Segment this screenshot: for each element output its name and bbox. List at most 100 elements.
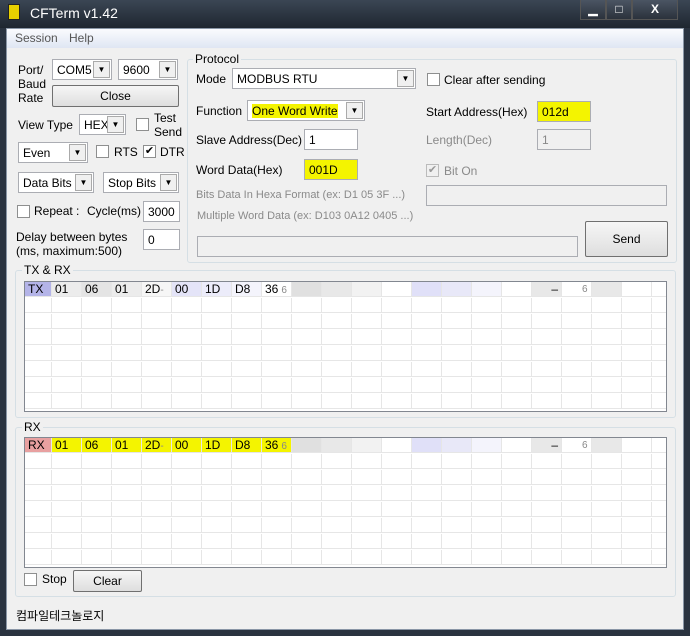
grid-cell: [352, 346, 382, 361]
grid-cell: [172, 470, 202, 485]
grid-cell: [502, 454, 532, 469]
grid-cell: [382, 362, 412, 377]
repeat-checkbox[interactable]: [17, 205, 30, 218]
view-type-select[interactable]: HEX ▼: [79, 114, 126, 135]
send-button[interactable]: Send: [585, 221, 668, 257]
grid-header-cell: [502, 438, 532, 453]
grid-header-cell: 36 6: [262, 438, 292, 453]
grid-cell: [472, 486, 502, 501]
grid-cell: [532, 518, 562, 533]
grid-cell: [52, 486, 82, 501]
mode-select[interactable]: MODBUS RTU ▼: [232, 68, 416, 89]
grid-cell: [532, 362, 562, 377]
byte-count: 6: [281, 441, 287, 452]
grid-cell: [412, 518, 442, 533]
grid-cell: [562, 518, 592, 533]
stop-checkbox[interactable]: [24, 573, 37, 586]
stop-bits-select[interactable]: Stop Bits 1 ▼: [103, 172, 179, 193]
word-data-input[interactable]: 001D: [304, 159, 358, 180]
minimize-button[interactable]: ▁: [580, 0, 606, 20]
grid-cell: [472, 394, 502, 409]
grid-header-cell: [652, 438, 666, 453]
repeat-label: Repeat :: [34, 204, 80, 218]
grid-cell: [532, 470, 562, 485]
grid-cell: [82, 346, 112, 361]
dtr-checkbox[interactable]: ✔: [143, 145, 156, 158]
grid-cell: [82, 454, 112, 469]
port-select[interactable]: COM5 ▼: [52, 59, 112, 80]
grid-cell: [202, 470, 232, 485]
grid-cell: [532, 534, 562, 549]
parity-select[interactable]: Even ▼: [18, 142, 88, 163]
grid-header-cell: 1D: [202, 282, 232, 297]
rx-data-grid[interactable]: RX 01 06 01 2D- 00 1D D8 36 6–6: [24, 437, 667, 568]
grid-cell: [592, 502, 622, 517]
multiple-word-input: [197, 236, 578, 257]
grid-cell: [82, 298, 112, 313]
rts-checkbox[interactable]: [96, 145, 109, 158]
grid-header-cell: 1D: [202, 438, 232, 453]
grid-cell: [202, 550, 232, 565]
grid-header-cell: D8: [232, 282, 262, 297]
grid-cell: [532, 346, 562, 361]
delay-input[interactable]: 0: [143, 229, 180, 250]
grid-cell: [292, 394, 322, 409]
grid-header-cell: [442, 438, 472, 453]
grid-cell: [472, 330, 502, 345]
close-window-button[interactable]: X: [632, 0, 678, 20]
chevron-down-icon: ▼: [75, 174, 92, 191]
clear-after-sending-checkbox[interactable]: [427, 73, 440, 86]
grid-cell: [52, 394, 82, 409]
grid-cell: [112, 346, 142, 361]
grid-cell: [412, 470, 442, 485]
app-icon: [8, 4, 20, 20]
function-select[interactable]: One Word Write ▼: [247, 100, 365, 121]
clear-button[interactable]: Clear: [73, 570, 142, 592]
grid-cell: [652, 330, 666, 345]
grid-header-cell: [352, 282, 382, 297]
grid-cell: [112, 518, 142, 533]
grid-cell: [352, 550, 382, 565]
grid-cell: [322, 470, 352, 485]
grid-header-cell: 2D-: [142, 282, 172, 297]
slave-address-input[interactable]: 1: [304, 129, 358, 150]
grid-cell: [352, 454, 382, 469]
grid-cell: [142, 314, 172, 329]
grid-cell: [25, 502, 52, 517]
grid-cell: [592, 470, 622, 485]
tx-data-grid[interactable]: TX 01 06 01 2D- 00 1D D8 36 6–6: [24, 281, 667, 412]
menu-help[interactable]: Help: [69, 31, 94, 45]
grid-cell: [652, 550, 666, 565]
grid-cell: [592, 298, 622, 313]
grid-cell: [652, 470, 666, 485]
grid-header-cell: [502, 282, 532, 297]
port-value: COM5: [57, 63, 92, 77]
menu-session[interactable]: Session: [15, 31, 58, 45]
chevron-down-icon: ▼: [397, 70, 414, 87]
grid-cell: [442, 470, 472, 485]
data-bits-select[interactable]: Data Bits 8 ▼: [18, 172, 94, 193]
grid-cell: [502, 378, 532, 393]
cycle-input[interactable]: 3000: [143, 201, 180, 222]
grid-cell: [592, 378, 622, 393]
grid-header-cell: 00: [172, 438, 202, 453]
grid-cell: [292, 378, 322, 393]
grid-cell: [52, 534, 82, 549]
test-send-checkbox[interactable]: [136, 118, 149, 131]
grid-cell: [442, 550, 472, 565]
grid-cell: [25, 378, 52, 393]
start-address-input[interactable]: 012d: [537, 101, 591, 122]
maximize-button[interactable]: □: [606, 0, 632, 20]
grid-cell: [652, 394, 666, 409]
sub-marker: -: [160, 285, 164, 296]
byte-value: 06: [85, 438, 99, 452]
baud-select[interactable]: 9600 ▼: [118, 59, 178, 80]
word-data-label: Word Data(Hex): [196, 163, 283, 177]
grid-header-cell: 06: [82, 282, 112, 297]
grid-cell: [82, 470, 112, 485]
grid-cell: [322, 502, 352, 517]
close-port-button[interactable]: Close: [52, 85, 179, 107]
grid-header-cell: [442, 282, 472, 297]
grid-header-cell: [292, 438, 322, 453]
grid-cell: [412, 330, 442, 345]
